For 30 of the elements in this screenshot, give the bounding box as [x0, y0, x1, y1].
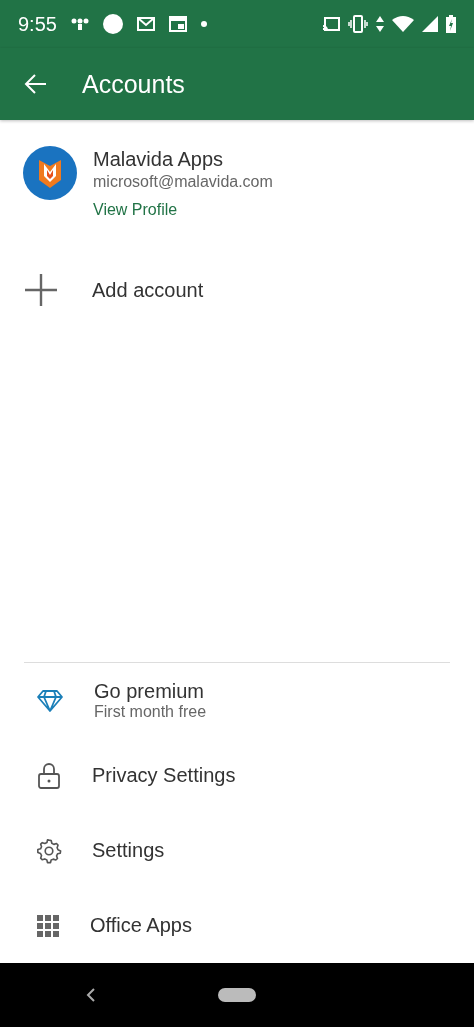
- menu-item[interactable]: Privacy Settings: [0, 738, 474, 813]
- diamond-icon: [36, 688, 64, 713]
- avatar-logo: [23, 146, 77, 200]
- wifi-icon: [392, 16, 414, 32]
- plus-icon: [24, 273, 58, 307]
- calendar-icon: [168, 16, 187, 32]
- circle-icon: [102, 14, 123, 34]
- account-name: Malavida Apps: [93, 147, 225, 172]
- cast-icon: [322, 17, 340, 31]
- add-account-button[interactable]: Add account: [0, 260, 474, 320]
- status-time: 9:55: [18, 12, 57, 36]
- view-profile-link[interactable]: View Profile: [93, 200, 273, 220]
- battery-icon: [446, 15, 456, 33]
- vibrate-icon: [348, 15, 368, 33]
- nav-back-icon[interactable]: [86, 988, 96, 1002]
- notification-icon: [70, 18, 89, 30]
- account-email: microsoft@malavida.com: [93, 172, 273, 192]
- home-pill[interactable]: [218, 988, 256, 1002]
- dot-icon: [200, 21, 207, 27]
- menu-item[interactable]: Office Apps: [0, 888, 474, 963]
- lock-icon: [36, 761, 62, 790]
- mail-icon: [136, 17, 155, 31]
- grid-icon: [36, 913, 60, 938]
- data-arrows-icon: [376, 16, 384, 32]
- menu-item[interactable]: Go premium First month free: [0, 663, 474, 738]
- back-button[interactable]: [24, 73, 48, 95]
- settings-icon: [36, 837, 62, 864]
- screen-title: Accounts: [82, 69, 185, 99]
- signal-icon: [422, 16, 438, 32]
- menu-item[interactable]: Settings: [0, 813, 474, 888]
